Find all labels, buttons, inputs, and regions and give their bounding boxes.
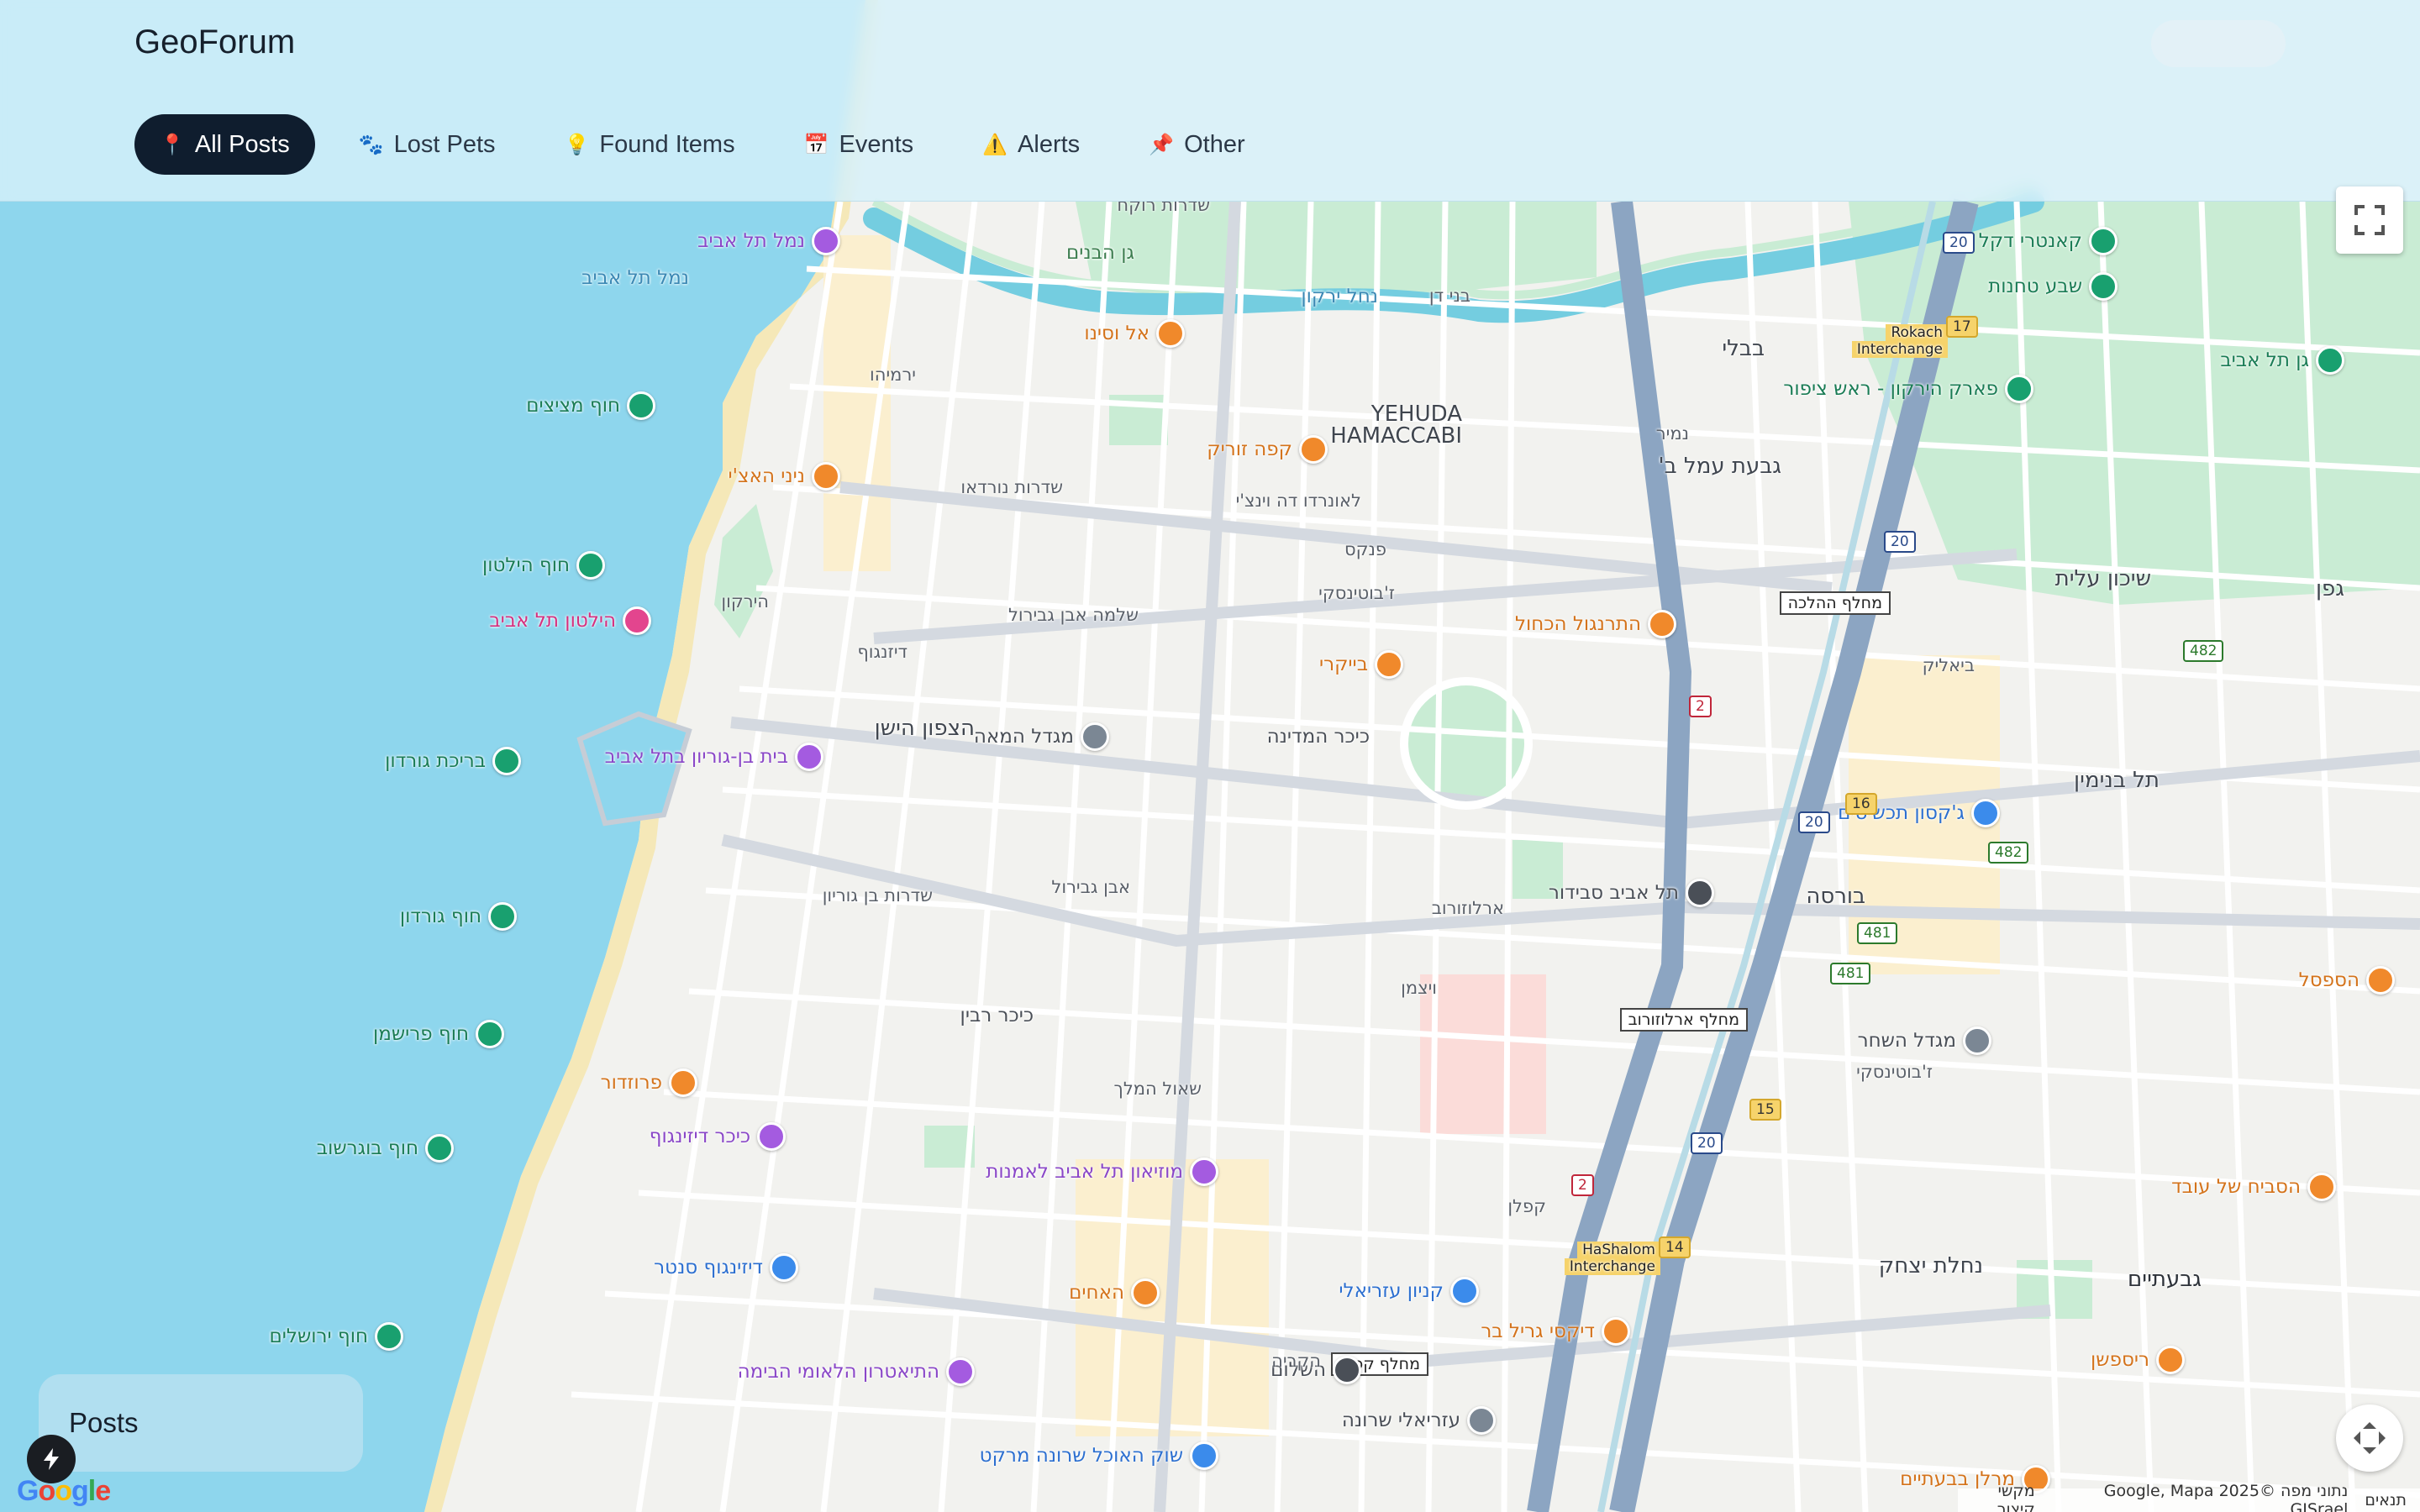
pushpin-icon: 📌 [1149, 133, 1175, 156]
tab-label: Found Items [599, 130, 735, 158]
map-canvas[interactable] [0, 0, 2420, 1512]
tab-other[interactable]: 📌 Other [1123, 114, 1270, 175]
map-attribution: תנאים נתוני מפה ©2025 Google, Mapa GISra… [1958, 1482, 2420, 1512]
fullscreen-button[interactable] [2336, 186, 2403, 254]
tab-events[interactable]: 📅 Events [779, 114, 939, 175]
map-camera-control-button[interactable] [2336, 1404, 2403, 1472]
tab-found-items[interactable]: 💡 Found Items [539, 114, 760, 175]
header-account-pill[interactable] [2151, 20, 2286, 67]
attribution-terms[interactable]: תנאים [2365, 1491, 2407, 1509]
move-arrows-icon [2354, 1422, 2386, 1454]
tab-label: All Posts [194, 130, 290, 158]
calendar-icon: 📅 [803, 133, 829, 156]
tab-alerts[interactable]: ⚠️ Alerts [957, 114, 1105, 175]
posts-panel[interactable]: Posts [39, 1374, 363, 1472]
attribution-shortcuts[interactable]: מקשי קיצור [1958, 1482, 2035, 1512]
pin-icon: 📍 [160, 133, 185, 156]
tab-all-posts[interactable]: 📍 All Posts [134, 114, 315, 175]
tab-label: Alerts [1018, 130, 1081, 158]
tab-label: Other [1184, 130, 1245, 158]
lightning-icon [44, 1448, 59, 1470]
posts-panel-title: Posts [69, 1407, 139, 1438]
attribution-data: נתוני מפה ©2025 Google, Mapa GISrael [2103, 1482, 2349, 1512]
hospital-zone [1420, 974, 1546, 1134]
fullscreen-icon [2354, 205, 2385, 235]
lightbulb-icon: 💡 [564, 133, 590, 156]
tab-label: Events [839, 130, 914, 158]
app-title: GeoForum [134, 24, 296, 60]
google-logo: Google [17, 1475, 111, 1507]
paw-icon: 🐾 [358, 133, 384, 156]
category-tabs: 📍 All Posts 🐾 Lost Pets 💡 Found Items 📅 … [134, 114, 1270, 175]
top-header: GeoForum 📍 All Posts 🐾 Lost Pets 💡 Found… [0, 0, 2420, 202]
warning-icon: ⚠️ [982, 133, 1008, 156]
tab-lost-pets[interactable]: 🐾 Lost Pets [334, 114, 521, 175]
tab-label: Lost Pets [393, 130, 496, 158]
